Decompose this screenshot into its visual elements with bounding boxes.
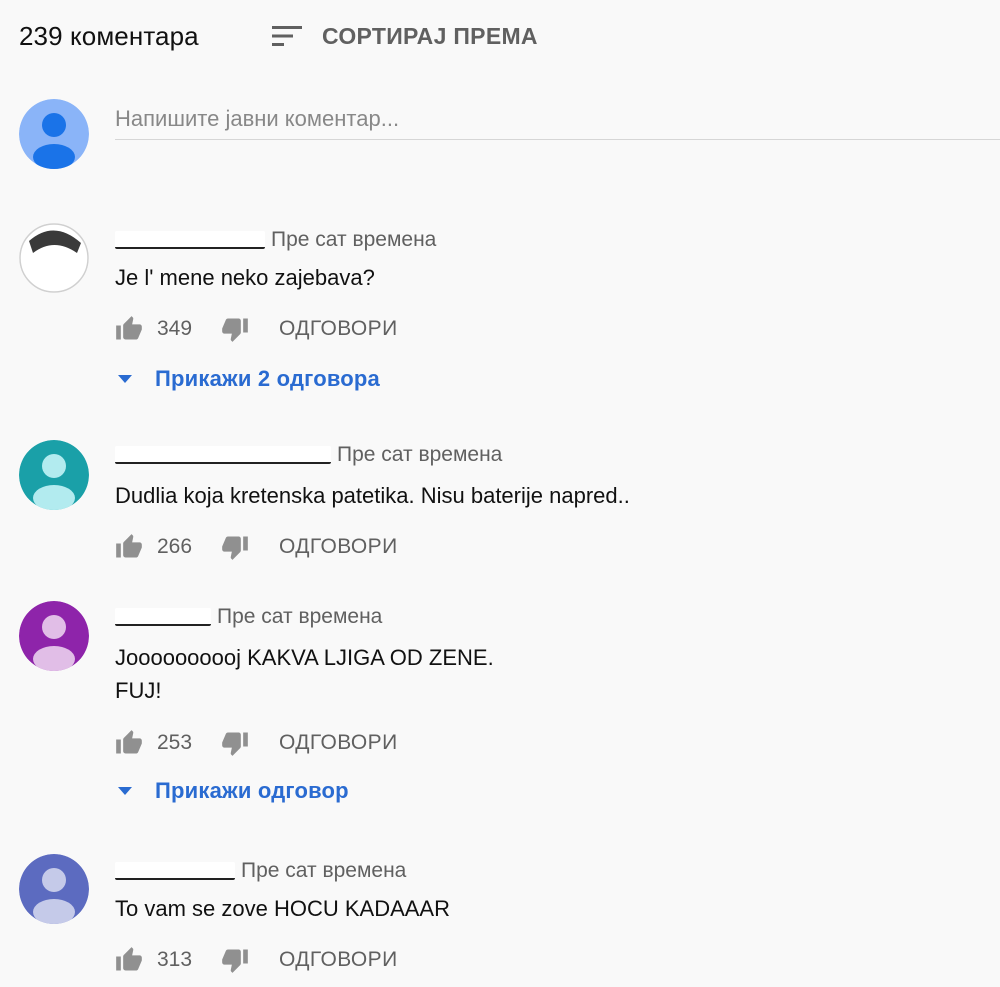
thumbs-down-icon[interactable] — [221, 315, 249, 343]
comment-text: To vam se zove HOCU KADAAAR — [115, 896, 450, 921]
user-icon — [19, 440, 89, 510]
comment-meta: Пре сат времена — [115, 440, 502, 470]
comment-count: 239 коментара — [19, 20, 199, 51]
comment-text: Dudlia koja kretenska patetika. Nisu bat… — [115, 483, 630, 508]
thumbs-up-icon[interactable] — [115, 315, 143, 343]
comment-time[interactable]: Пре сат времена — [217, 605, 382, 629]
reply-button[interactable]: ОДГОВОРИ — [279, 731, 398, 755]
show-replies-label: Прикажи одговор — [155, 778, 349, 803]
like-count: 253 — [157, 731, 193, 754]
comment-author[interactable] — [115, 446, 331, 464]
sort-label: СОРТИРАЈ ПРЕМА — [322, 22, 538, 49]
user-icon — [19, 854, 89, 924]
like-count: 349 — [157, 317, 193, 340]
thumbs-down-icon[interactable] — [221, 946, 249, 974]
show-replies-button[interactable]: Прикажи одговор — [115, 776, 349, 806]
sort-button[interactable]: СОРТИРАЈ ПРЕМА — [270, 18, 538, 54]
show-replies-button[interactable]: Прикажи 2 одговора — [115, 364, 380, 394]
comment-input[interactable] — [115, 98, 1000, 140]
comment-text: Je l' mene neko zajebava? — [115, 265, 375, 290]
current-user-avatar — [19, 99, 89, 169]
thumbs-up-icon[interactable] — [115, 946, 143, 974]
like-count: 313 — [157, 948, 193, 971]
comment-actions: 266 ОДГОВОРИ — [115, 532, 398, 562]
comment-avatar[interactable] — [19, 440, 89, 510]
sort-icon — [272, 26, 302, 46]
reply-button[interactable]: ОДГОВОРИ — [279, 317, 398, 341]
comment-author[interactable] — [115, 231, 265, 249]
user-photo-icon — [19, 223, 89, 293]
comments-header: 239 коментара — [19, 18, 199, 54]
comment-meta: Пре сат времена — [115, 225, 436, 255]
comments-section: 239 коментара СОРТИРАЈ ПРЕМА Пре сат — [0, 0, 1000, 987]
like-count: 266 — [157, 535, 193, 558]
comment-time[interactable]: Пре сат времена — [271, 228, 436, 252]
caret-down-icon — [118, 787, 132, 795]
user-icon — [19, 99, 89, 169]
caret-down-icon — [118, 375, 132, 383]
comment-meta: Пре сат времена — [115, 856, 406, 886]
reply-button[interactable]: ОДГОВОРИ — [279, 535, 398, 559]
show-replies-label: Прикажи 2 одговора — [155, 366, 380, 391]
comment-actions: 253 ОДГОВОРИ — [115, 728, 398, 758]
thumbs-up-icon[interactable] — [115, 729, 143, 757]
comment-time[interactable]: Пре сат времена — [241, 859, 406, 883]
thumbs-down-icon[interactable] — [221, 533, 249, 561]
comment-text: Joooooooooj KAKVA LJIGA OD ZENE. FUJ! — [115, 645, 494, 703]
comment-time[interactable]: Пре сат времена — [337, 443, 502, 467]
comment-avatar[interactable] — [19, 601, 89, 671]
comment-actions: 313 ОДГОВОРИ — [115, 945, 398, 975]
comment-author[interactable] — [115, 862, 235, 880]
comment-author[interactable] — [115, 608, 211, 626]
comment-actions: 349 ОДГОВОРИ — [115, 314, 398, 344]
comment-meta: Пре сат времена — [115, 602, 382, 632]
thumbs-down-icon[interactable] — [221, 729, 249, 757]
comment-avatar[interactable] — [19, 223, 89, 293]
comment-avatar[interactable] — [19, 854, 89, 924]
reply-button[interactable]: ОДГОВОРИ — [279, 948, 398, 972]
thumbs-up-icon[interactable] — [115, 533, 143, 561]
user-icon — [19, 601, 89, 671]
